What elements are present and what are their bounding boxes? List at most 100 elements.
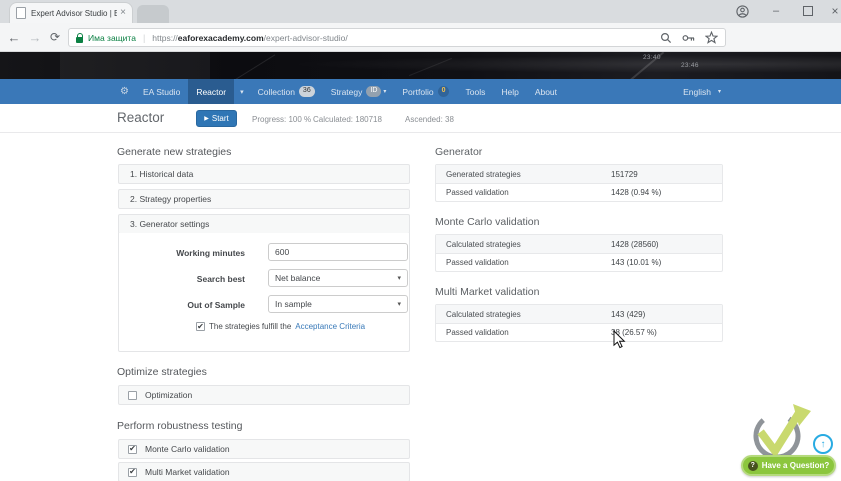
table-row: Passed validation143 (10.01 %) — [436, 253, 722, 271]
start-button[interactable]: ▶Start — [196, 110, 237, 127]
tab-close-icon[interactable]: × — [120, 8, 126, 18]
stat-value: 143 (429) — [611, 310, 645, 319]
stat-label: Calculated strategies — [436, 310, 611, 319]
url-domain: eaforexacademy.com — [178, 33, 264, 43]
strategy-caret-icon: ▾ — [383, 88, 386, 95]
zoom-icon[interactable] — [660, 32, 672, 44]
page-title: Reactor — [117, 110, 164, 125]
table-row: Generated strategies151729 — [436, 165, 722, 183]
acceptance-criteria-link[interactable]: Acceptance Criteria — [295, 322, 365, 331]
ascended-stat: Ascended: 38 — [405, 115, 454, 124]
nav-item-portfolio[interactable]: Portfolio0 — [394, 79, 457, 104]
out-of-sample-select[interactable]: In sample▾ — [268, 295, 408, 313]
multi-market-checkbox[interactable]: ✔ — [128, 468, 137, 477]
page-header: Reactor ▶Start Progress: 100 % Calculate… — [0, 104, 841, 133]
favicon-icon — [16, 7, 26, 19]
nav-collection-label: Collection — [258, 87, 295, 97]
multi-market-section-title: Multi Market validation — [435, 286, 539, 298]
reload-button[interactable]: ⟳ — [47, 23, 63, 51]
minimize-button[interactable]: – — [767, 0, 785, 22]
nav-item-tools[interactable]: Tools — [457, 79, 493, 104]
settings-gear-icon[interactable]: ⚙ — [116, 79, 135, 104]
accordion-label: 1. Historical data — [130, 169, 193, 179]
play-icon: ▶ — [204, 115, 209, 122]
scroll-to-top-button[interactable]: ↑ — [813, 434, 833, 454]
language-selector[interactable]: English ▾ — [683, 79, 721, 104]
check-icon: ✔ — [197, 323, 204, 331]
tab-title: Expert Advisor Studio | E — [31, 9, 117, 18]
profile-icon[interactable] — [733, 0, 751, 22]
browser-toolbar: ← → ⟳ Има защита | https://eaforexacadem… — [0, 23, 841, 52]
bookmark-star-icon[interactable] — [705, 31, 718, 44]
calculated-stat: Calculated: 180718 — [313, 115, 382, 124]
language-label: English — [683, 87, 711, 97]
window-close-button[interactable]: × — [828, 0, 841, 22]
optimize-strategies-heading: Optimize strategies — [117, 366, 207, 378]
secure-lock-icon — [76, 33, 83, 43]
generator-section-title: Generator — [435, 146, 482, 158]
monte-carlo-label: Monte Carlo validation — [145, 444, 230, 454]
robustness-testing-heading: Perform robustness testing — [117, 420, 242, 432]
nav-strategy-label: Strategy — [331, 87, 363, 97]
accordion-historical-data[interactable]: 1. Historical data — [118, 164, 410, 184]
collection-count-badge: 36 — [299, 86, 315, 96]
accordion-label: 3. Generator settings — [130, 219, 209, 229]
optimization-row[interactable]: Optimization — [118, 385, 410, 405]
fulfill-checkbox[interactable]: ✔ — [196, 322, 205, 331]
up-arrow-icon: ↑ — [821, 439, 826, 450]
language-caret-icon: ▾ — [718, 88, 721, 95]
optimization-label: Optimization — [145, 390, 192, 400]
multi-market-row[interactable]: ✔ Multi Market validation — [118, 462, 410, 481]
table-row: Calculated strategies1428 (28560) — [436, 235, 722, 253]
reactor-dropdown-caret-icon[interactable]: ▾ — [234, 79, 250, 104]
generate-strategies-heading: Generate new strategies — [117, 146, 231, 158]
url-protocol: https:// — [152, 33, 178, 43]
check-icon: ✔ — [129, 468, 136, 476]
start-label: Start — [212, 114, 229, 123]
video-timestamp: 23:40 — [643, 54, 661, 61]
browser-tab[interactable]: Expert Advisor Studio | E × — [10, 3, 132, 23]
video-strip: 23:40 23:46 — [0, 52, 841, 79]
search-best-select[interactable]: Net balance ▾ — [268, 269, 408, 287]
stat-label: Generated strategies — [436, 170, 611, 179]
maximize-button[interactable] — [799, 0, 817, 22]
nav-portfolio-label: Portfolio — [402, 87, 433, 97]
nav-item-about[interactable]: About — [527, 79, 565, 104]
secure-label: Има защита — [88, 33, 136, 43]
monte-carlo-row[interactable]: ✔ Monte Carlo validation — [118, 439, 410, 459]
accordion-generator-settings[interactable]: 3. Generator settings — [118, 214, 410, 234]
generator-stats-table: Generated strategies151729 Passed valida… — [435, 164, 723, 202]
nav-item-help[interactable]: Help — [493, 79, 526, 104]
stat-value: 143 (10.01 %) — [611, 258, 661, 267]
working-minutes-input[interactable] — [268, 243, 408, 261]
nav-item-strategy[interactable]: StrategyID▾ — [323, 79, 395, 104]
nav-item-collection[interactable]: Collection 36 — [250, 79, 323, 104]
monte-carlo-stats-table: Calculated strategies1428 (28560) Passed… — [435, 234, 723, 272]
check-icon: ✔ — [129, 445, 136, 453]
back-button[interactable]: ← — [6, 23, 22, 51]
password-key-icon[interactable] — [682, 32, 695, 44]
out-of-sample-label: Out of Sample — [127, 300, 245, 310]
address-bar[interactable]: Има защита | https://eaforexacademy.com/… — [68, 28, 726, 47]
search-best-value: Net balance — [275, 273, 320, 283]
have-a-question-button[interactable]: ? Have a Question? — [741, 455, 836, 476]
accordion-strategy-properties[interactable]: 2. Strategy properties — [118, 189, 410, 209]
select-caret-icon: ▾ — [397, 274, 401, 282]
monte-carlo-checkbox[interactable]: ✔ — [128, 445, 137, 454]
browser-window: Expert Advisor Studio | E × – × ← → ⟳ Им… — [0, 0, 841, 481]
optimization-checkbox[interactable] — [128, 391, 137, 400]
accordion-label: 2. Strategy properties — [130, 194, 211, 204]
multi-market-stats-table: Calculated strategies143 (429) Passed va… — [435, 304, 723, 342]
nav-item-reactor[interactable]: Reactor — [188, 79, 234, 104]
new-tab-button[interactable] — [137, 5, 169, 23]
stat-label: Passed validation — [436, 188, 611, 197]
stat-value: 151729 — [611, 170, 638, 179]
multi-market-label: Multi Market validation — [145, 467, 230, 477]
forward-button[interactable]: → — [27, 23, 43, 51]
nav-brand[interactable]: EA Studio — [135, 79, 188, 104]
omnibox-icons — [660, 31, 718, 44]
tab-strip: Expert Advisor Studio | E × – × — [0, 0, 841, 23]
app-navbar: ⚙ EA Studio Reactor ▾ Collection 36 Strat… — [0, 79, 841, 104]
strategy-id-badge: ID — [366, 86, 381, 96]
table-row: Calculated strategies143 (429) — [436, 305, 722, 323]
